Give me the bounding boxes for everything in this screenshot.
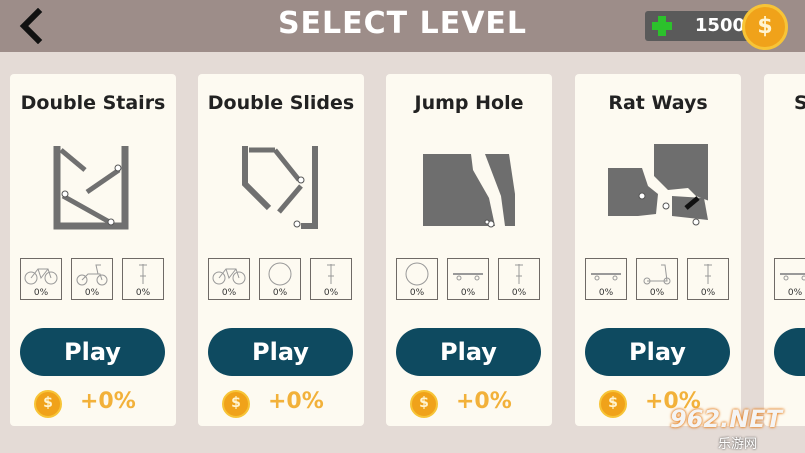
bicycle-icon bbox=[24, 268, 58, 285]
vehicle-slot-pogo-stick: 0% bbox=[122, 258, 164, 300]
vehicle-slot-pogo-stick: 0% bbox=[498, 258, 540, 300]
play-button[interactable] bbox=[774, 328, 805, 376]
level-name: Double Slides bbox=[207, 92, 355, 114]
level-card-partial: S 0% bbox=[764, 74, 805, 426]
skateboard-icon bbox=[591, 273, 621, 281]
reward-bonus: +0% bbox=[80, 389, 136, 414]
vehicle-slot-skateboard: 0% bbox=[774, 258, 805, 300]
level-name: Double Stairs bbox=[20, 92, 166, 114]
play-button[interactable]: Play bbox=[20, 328, 165, 376]
reward-bonus: +0% bbox=[268, 389, 324, 414]
pogo-stick-icon bbox=[139, 264, 147, 284]
vehicle-slot-ball: 0% bbox=[259, 258, 301, 300]
vehicle-slot-skateboard: 0% bbox=[585, 258, 627, 300]
watermark-subtitle: 乐游网 bbox=[718, 437, 758, 452]
top-bar: SELECT LEVEL 1500 $ bbox=[0, 0, 805, 52]
level-preview-image bbox=[242, 146, 318, 229]
site-watermark: 962.NET 乐游网 bbox=[670, 405, 805, 453]
vehicle-slot-scooter: 0% bbox=[71, 258, 113, 300]
coin-icon: $ bbox=[222, 390, 250, 418]
kick-scooter-icon bbox=[643, 264, 671, 285]
pogo-stick-icon bbox=[515, 264, 523, 284]
level-preview-image bbox=[423, 154, 515, 228]
level-card-jump-hole: Jump Hole 0% 0% 0% Play $ +0% bbox=[386, 74, 552, 426]
level-name: Rat Ways bbox=[608, 92, 708, 114]
level-card-double-stairs: Double Stairs 0% 0% 0% Play $ +0% bbox=[10, 74, 176, 426]
vehicle-slot-pogo-stick: 0% bbox=[310, 258, 352, 300]
vehicle-slot-bicycle: 0% bbox=[20, 258, 62, 300]
ball-icon bbox=[268, 262, 292, 286]
vehicle-slot-pogo-stick: 0% bbox=[687, 258, 729, 300]
scooter-icon bbox=[76, 264, 108, 286]
ball-icon bbox=[405, 262, 429, 286]
level-name: Jump Hole bbox=[414, 92, 524, 114]
bicycle-icon bbox=[212, 268, 246, 285]
coin-icon: $ bbox=[742, 4, 788, 50]
play-button[interactable]: Play bbox=[396, 328, 541, 376]
coin-icon: $ bbox=[599, 390, 627, 418]
level-card-rat-ways: Rat Ways 0% 0% 0% Play $ +0% bbox=[575, 74, 741, 426]
vehicle-slot-bicycle: 0% bbox=[208, 258, 250, 300]
level-name: S bbox=[794, 92, 805, 114]
vehicle-slot-ball: 0% bbox=[396, 258, 438, 300]
pogo-stick-icon bbox=[327, 264, 335, 284]
vehicle-slot-kick-scooter: 0% bbox=[636, 258, 678, 300]
skateboard-icon bbox=[780, 273, 805, 281]
watermark-logo: 962.NET bbox=[670, 405, 783, 433]
vehicle-slot-skateboard: 0% bbox=[447, 258, 489, 300]
play-button[interactable]: Play bbox=[208, 328, 353, 376]
level-card-double-slides: Double Slides 0% 0% 0% Play $ +0% bbox=[198, 74, 364, 426]
play-button[interactable]: Play bbox=[585, 328, 730, 376]
pogo-stick-icon bbox=[704, 264, 712, 284]
level-preview-image bbox=[53, 146, 129, 230]
add-coins-icon[interactable] bbox=[651, 15, 673, 37]
coin-icon: $ bbox=[34, 390, 62, 418]
skateboard-icon bbox=[453, 273, 483, 281]
level-preview-image bbox=[608, 144, 708, 226]
reward-bonus: +0% bbox=[456, 389, 512, 414]
coin-icon: $ bbox=[410, 390, 438, 418]
coin-count: 1500 bbox=[694, 15, 745, 36]
